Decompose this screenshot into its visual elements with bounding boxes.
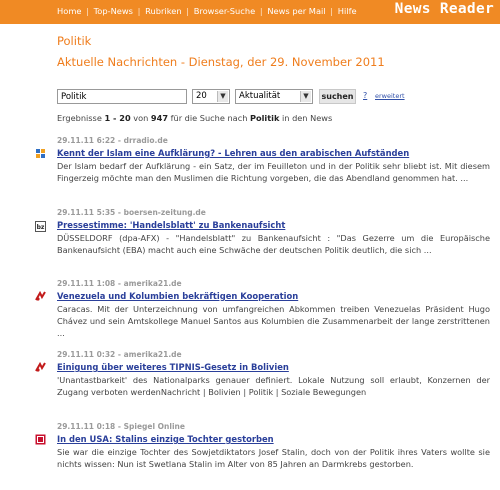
news-meta: 29.11.11 5:35 - boersen-zeitung.de xyxy=(57,208,206,217)
summary-range: 1 - 20 xyxy=(104,113,131,123)
summary-term: Politik xyxy=(250,113,280,123)
news-title-link[interactable]: Einigung über weiteres TIPNIS-Gesetz in … xyxy=(57,362,490,372)
search-input[interactable] xyxy=(57,89,187,104)
sort-order-value: Aktualität xyxy=(239,91,281,101)
advanced-search-link[interactable]: erweitert xyxy=(375,92,405,100)
nav-separator: | xyxy=(257,6,266,16)
search-button[interactable]: suchen xyxy=(319,89,356,104)
chevron-down-icon: ▼ xyxy=(300,91,311,102)
news-snippet: Der Islam bedarf der Aufklärung - ein Sa… xyxy=(57,161,490,183)
result-count-value: 20 xyxy=(196,91,207,101)
top-navigation-bar: Home | Top-News | Rubriken | Browser-Suc… xyxy=(0,0,500,24)
news-item: 29.11.11 0:18 - Spiegel Online In den US… xyxy=(57,422,490,470)
nav-separator: | xyxy=(83,6,92,16)
news-meta: 29.11.11 6:22 - drradio.de xyxy=(57,136,168,145)
news-item: 29.11.11 0:32 - amerika21.de Einigung üb… xyxy=(57,350,490,398)
news-meta: 29.11.11 0:32 - amerika21.de xyxy=(57,350,182,359)
nav-top-news[interactable]: Top-News xyxy=(94,6,133,16)
news-snippet: Caracas. Mit der Unterzeichnung von umfa… xyxy=(57,304,490,338)
news-title-link[interactable]: Pressestimme: 'Handelsblatt' zu Bankenau… xyxy=(57,220,490,230)
nav-hilfe[interactable]: Hilfe xyxy=(338,6,357,16)
news-snippet: 'Unantastbarkeit' des Nationalparks gena… xyxy=(57,375,490,397)
news-item: 29.11.11 1:08 - amerika21.de Venezuela u… xyxy=(57,279,490,339)
page-subtitle: Aktuelle Nachrichten - Dienstag, der 29.… xyxy=(57,55,385,69)
nav-separator: | xyxy=(327,6,336,16)
nav-news-per-mail[interactable]: News per Mail xyxy=(267,6,325,16)
summary-suffix: in den News xyxy=(279,113,333,123)
summary-total: 947 xyxy=(150,113,169,123)
boersen-zeitung-source-icon: bz xyxy=(35,221,46,232)
top-nav-links: Home | Top-News | Rubriken | Browser-Suc… xyxy=(57,6,357,16)
nav-rubriken[interactable]: Rubriken xyxy=(145,6,182,16)
summary-middle: von xyxy=(130,113,151,123)
amerika21-source-icon xyxy=(35,291,46,301)
search-help-link[interactable]: ? xyxy=(363,91,367,100)
news-item: 29.11.11 5:35 - boersen-zeitung.de Press… xyxy=(57,208,490,256)
spiegel-source-icon xyxy=(35,434,46,445)
result-summary: Ergebnisse 1 - 20 von 947 für die Suche … xyxy=(57,113,332,123)
summary-prefix: Ergebnisse xyxy=(57,113,105,123)
result-count-select[interactable]: 20 ▼ xyxy=(192,89,230,104)
svg-text:bz: bz xyxy=(37,224,45,231)
news-title-link[interactable]: Venezuela und Kolumbien bekräftigen Koop… xyxy=(57,291,490,301)
summary-for: für die Suche nach xyxy=(168,113,250,123)
amerika21-source-icon xyxy=(35,362,46,372)
brand-logo[interactable]: News Reader xyxy=(395,1,494,17)
nav-browser-suche[interactable]: Browser-Suche xyxy=(194,6,256,16)
news-meta: 29.11.11 0:18 - Spiegel Online xyxy=(57,422,185,431)
drradio-source-icon xyxy=(36,149,45,158)
news-snippet: DÜSSELDORF (dpa-AFX) - "Handelsblatt" zu… xyxy=(57,233,490,255)
news-meta: 29.11.11 1:08 - amerika21.de xyxy=(57,279,182,288)
nav-separator: | xyxy=(135,6,144,16)
page-title: Politik xyxy=(57,34,92,48)
news-title-link[interactable]: In den USA: Stalins einzige Tochter gest… xyxy=(57,434,490,444)
sort-order-select[interactable]: Aktualität ▼ xyxy=(235,89,313,104)
news-snippet: Sie war die einzige Tochter des Sowjetdi… xyxy=(57,447,490,469)
news-item: 29.11.11 6:22 - drradio.de Kennt der Isl… xyxy=(57,136,490,184)
chevron-down-icon: ▼ xyxy=(217,91,228,102)
nav-home[interactable]: Home xyxy=(57,6,82,16)
nav-separator: | xyxy=(183,6,192,16)
news-title-link[interactable]: Kennt der Islam eine Aufklärung? - Lehre… xyxy=(57,148,490,158)
